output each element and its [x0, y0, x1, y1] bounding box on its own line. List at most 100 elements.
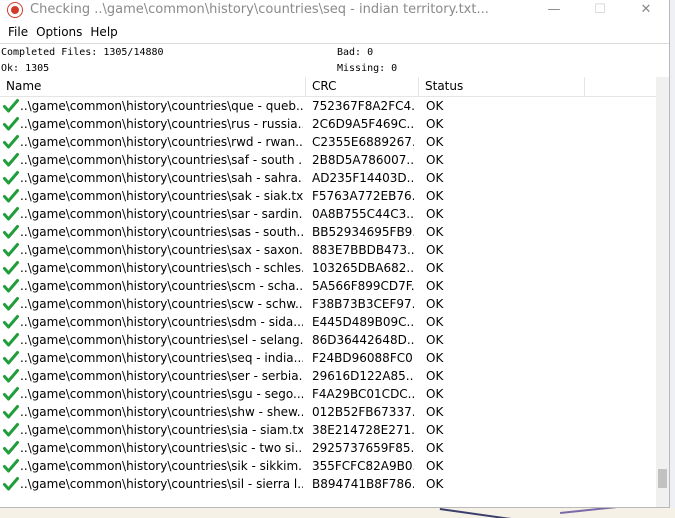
table-row[interactable]: ..\game\common\history\countries\sak - s…: [0, 187, 656, 205]
check-icon: [3, 260, 19, 276]
table-row[interactable]: ..\game\common\history\countries\sia - s…: [0, 421, 656, 439]
scrollbar-thumb[interactable]: [658, 469, 667, 488]
table-row[interactable]: ..\game\common\history\countries\saf - s…: [0, 151, 656, 169]
file-name-cell: ..\game\common\history\countries\sil - s…: [20, 477, 303, 491]
crc-cell: 2B8D5A786007...: [312, 153, 414, 167]
check-icon: [3, 152, 19, 168]
maximize-button[interactable]: ☐: [577, 0, 623, 22]
status-cell: OK: [426, 243, 444, 257]
crc-cell: F24BD96088FC0...: [312, 351, 414, 365]
file-name-cell: ..\game\common\history\countries\sax - s…: [20, 243, 303, 257]
table-row[interactable]: ..\game\common\history\countries\sgu - s…: [0, 385, 656, 403]
close-button[interactable]: ✕: [623, 0, 669, 22]
table-row[interactable]: ..\game\common\history\countries\seq - i…: [0, 349, 656, 367]
ok-count-text: Ok: 1305: [1, 63, 50, 74]
column-header-crc[interactable]: CRC: [306, 77, 419, 96]
title-bar[interactable]: Checking ..\game\common\history\countrie…: [0, 0, 669, 22]
menu-file[interactable]: File: [4, 22, 32, 43]
table-row[interactable]: ..\game\common\history\countries\que - q…: [0, 97, 656, 115]
status-cell: OK: [426, 315, 444, 329]
check-icon: [3, 278, 19, 294]
check-icon: [3, 242, 19, 258]
menu-options[interactable]: Options: [32, 22, 86, 43]
crc-cell: 86D36442648D...: [312, 333, 414, 347]
background-strip-right: [670, 0, 675, 518]
crc-cell: 355FCFC82A9B0...: [312, 459, 414, 473]
file-name-cell: ..\game\common\history\countries\sdm - s…: [20, 315, 303, 329]
check-icon: [3, 314, 19, 330]
status-cell: OK: [426, 369, 444, 383]
crc-cell: 0A8B755C44C3...: [312, 207, 414, 221]
crc-cell: 29616D122A85...: [312, 369, 414, 383]
check-icon: [3, 422, 19, 438]
table-row[interactable]: ..\game\common\history\countries\shw - s…: [0, 403, 656, 421]
file-list[interactable]: Name CRC Status ..\game\common\history\c…: [0, 77, 669, 507]
check-icon: [3, 404, 19, 420]
list-header: Name CRC Status: [0, 77, 656, 97]
file-name-cell: ..\game\common\history\countries\sel - s…: [20, 333, 303, 347]
background-artwork: [560, 508, 670, 514]
check-icon: [3, 188, 19, 204]
crc-cell: B894741B8F786...: [312, 477, 414, 491]
file-name-cell: ..\game\common\history\countries\sch - s…: [20, 261, 303, 275]
window-controls: — ☐ ✕: [531, 0, 669, 22]
status-cell: OK: [426, 171, 444, 185]
status-cell: OK: [426, 153, 444, 167]
table-row[interactable]: ..\game\common\history\countries\sas - s…: [0, 223, 656, 241]
file-name-cell: ..\game\common\history\countries\rus - r…: [20, 117, 303, 131]
table-row[interactable]: ..\game\common\history\countries\sic - t…: [0, 439, 656, 457]
check-icon: [3, 332, 19, 348]
check-icon: [3, 350, 19, 366]
status-cell: OK: [426, 99, 444, 113]
status-cell: OK: [426, 279, 444, 293]
completed-files-text: Completed Files: 1305/14880: [1, 47, 164, 58]
table-row[interactable]: ..\game\common\history\countries\sar - s…: [0, 205, 656, 223]
table-row[interactable]: ..\game\common\history\countries\sch - s…: [0, 259, 656, 277]
menu-help[interactable]: Help: [86, 22, 121, 43]
file-name-cell: ..\game\common\history\countries\scm - s…: [20, 279, 303, 293]
status-cell: OK: [426, 297, 444, 311]
table-row[interactable]: ..\game\common\history\countries\sdm - s…: [0, 313, 656, 331]
table-row[interactable]: ..\game\common\history\countries\sel - s…: [0, 331, 656, 349]
background-artwork: [439, 508, 559, 518]
crc-cell: 2C6D9A5F469C...: [312, 117, 414, 131]
check-icon: [3, 440, 19, 456]
status-cell: OK: [426, 423, 444, 437]
vertical-scrollbar[interactable]: [656, 77, 669, 507]
bad-count-text: Bad: 0: [337, 47, 374, 58]
table-row[interactable]: ..\game\common\history\countries\rus - r…: [0, 115, 656, 133]
crc-cell: F5763A772EB76...: [312, 189, 414, 203]
background-strip-bottom: [0, 508, 675, 518]
column-header-status[interactable]: Status: [419, 77, 585, 96]
table-row[interactable]: ..\game\common\history\countries\scw - s…: [0, 295, 656, 313]
check-icon: [3, 98, 19, 114]
crc-cell: 2925737659F85...: [312, 441, 414, 455]
table-row[interactable]: ..\game\common\history\countries\ser - s…: [0, 367, 656, 385]
crc-cell: 012B52FB67337...: [312, 405, 414, 419]
file-name-cell: ..\game\common\history\countries\saf - s…: [20, 153, 303, 167]
table-row[interactable]: ..\game\common\history\countries\sik - s…: [0, 457, 656, 475]
file-name-cell: ..\game\common\history\countries\seq - i…: [20, 351, 303, 365]
column-header-name[interactable]: Name: [0, 77, 306, 96]
table-row[interactable]: ..\game\common\history\countries\sil - s…: [0, 475, 656, 493]
menu-bar: File Options Help: [0, 22, 669, 43]
status-cell: OK: [426, 387, 444, 401]
check-icon: [3, 368, 19, 384]
table-row[interactable]: ..\game\common\history\countries\rwd - r…: [0, 133, 656, 151]
file-name-cell: ..\game\common\history\countries\sah - s…: [20, 171, 303, 185]
crc-cell: BB52934695FB9...: [312, 225, 414, 239]
status-cell: OK: [426, 261, 444, 275]
minimize-button[interactable]: —: [531, 0, 577, 22]
table-row[interactable]: ..\game\common\history\countries\sax - s…: [0, 241, 656, 259]
file-name-cell: ..\game\common\history\countries\que - q…: [20, 99, 303, 113]
checker-window: Checking ..\game\common\history\countrie…: [0, 0, 670, 508]
crc-cell: 752367F8A2FC4...: [312, 99, 414, 113]
check-icon: [3, 476, 19, 492]
check-icon: [3, 134, 19, 150]
status-cell: OK: [426, 225, 444, 239]
file-name-cell: ..\game\common\history\countries\scw - s…: [20, 297, 303, 311]
table-row[interactable]: ..\game\common\history\countries\scm - s…: [0, 277, 656, 295]
status-cell: OK: [426, 459, 444, 473]
file-name-cell: ..\game\common\history\countries\sia - s…: [20, 423, 303, 437]
table-row[interactable]: ..\game\common\history\countries\sah - s…: [0, 169, 656, 187]
